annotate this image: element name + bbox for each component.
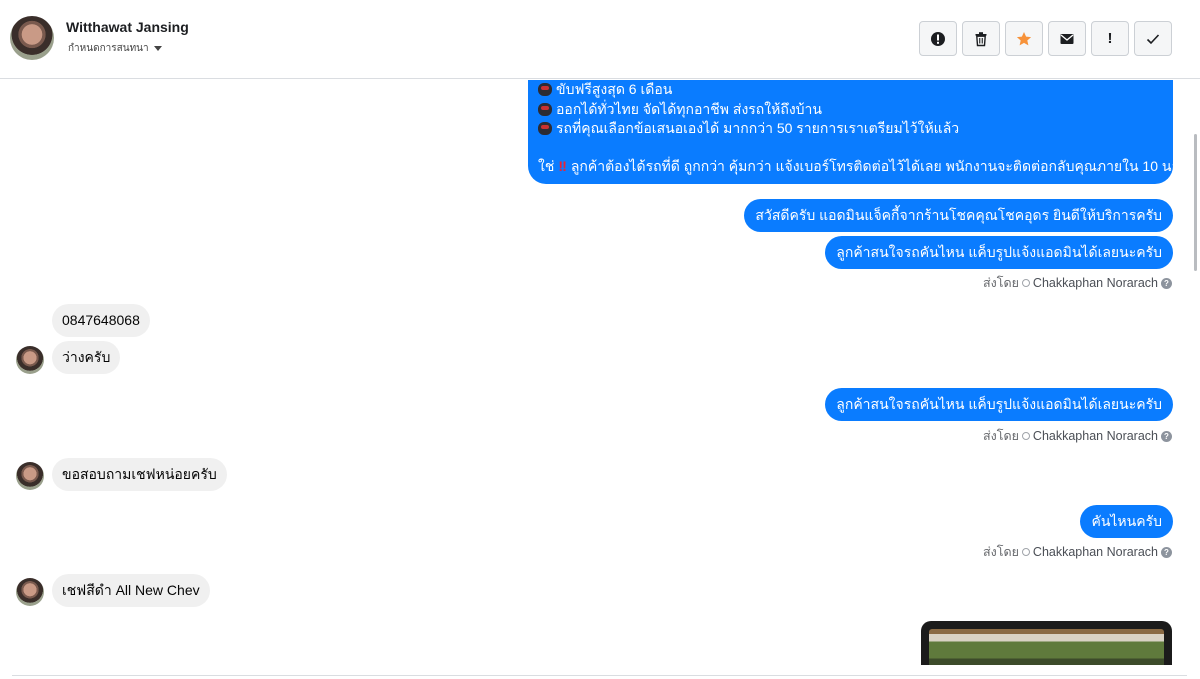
trash-icon	[975, 31, 987, 46]
verified-icon	[1021, 279, 1030, 287]
alert-icon	[931, 31, 945, 46]
outgoing-message[interactable]: สวัสดีครับ แอดมินแจ็คกี้จากร้านโชคคุณโชค…	[744, 199, 1173, 232]
sent-by-info: ส่งโดย Chakkaphan Norarach ?	[983, 273, 1172, 293]
action-toolbar: !	[919, 21, 1172, 56]
avatar[interactable]	[16, 462, 44, 490]
mark-spam-button[interactable]	[919, 21, 957, 56]
mail-icon	[1060, 33, 1074, 44]
double-exclamation-icon: ‼	[558, 157, 567, 174]
conversation-header: Witthawat Jansing กำหนดการสนทนา !	[0, 0, 1200, 79]
avatar[interactable]	[16, 346, 44, 374]
promo-line-text: รถที่คุณเลือกข้อเสนอเองได้ มากกว่า 50 รา…	[556, 120, 960, 136]
agent-name[interactable]: Chakkaphan Norarach	[1033, 276, 1158, 290]
outgoing-message[interactable]: ลูกค้าสนใจรถคันไหน แค็บรูปแจ้งแอดมินได้เ…	[825, 388, 1173, 421]
promo-line: รถที่คุณเลือกข้อเสนอเองได้ มากกว่า 50 รา…	[538, 119, 1163, 139]
mark-done-button[interactable]	[1134, 21, 1172, 56]
star-button[interactable]	[1005, 21, 1043, 56]
avatar[interactable]	[16, 578, 44, 606]
scrollbar[interactable]	[1194, 134, 1197, 271]
help-icon[interactable]: ?	[1161, 430, 1172, 442]
agent-name[interactable]: Chakkaphan Norarach	[1033, 429, 1158, 443]
check-icon	[1146, 33, 1160, 44]
sent-by-label: ส่งโดย	[983, 545, 1019, 559]
help-icon[interactable]: ?	[1161, 546, 1172, 558]
contact-name[interactable]: Witthawat Jansing	[66, 19, 189, 35]
promo-line-text: ขับฟรีสูงสุด 6 เดือน	[556, 81, 673, 97]
conversation-status-label: กำหนดการสนทนา	[68, 43, 149, 54]
outgoing-message-promo[interactable]: ขับฟรีสูงสุด 6 เดือน ออกได้ทั่วไทย จัดได…	[528, 80, 1189, 184]
outgoing-message[interactable]: คันไหนครับ	[1080, 505, 1173, 538]
incoming-message[interactable]: ขอสอบถามเชฟหน่อยครับ	[52, 458, 227, 491]
sent-by-info: ส่งโดย Chakkaphan Norarach ?	[983, 542, 1172, 562]
follow-up-button[interactable]: !	[1091, 21, 1129, 56]
incoming-message[interactable]: ว่างครับ	[52, 341, 121, 374]
agent-name[interactable]: Chakkaphan Norarach	[1033, 545, 1158, 559]
conversation-status-dropdown[interactable]: กำหนดการสนทนา	[68, 41, 162, 56]
promo-line-text: ออกได้ทั่วไทย จัดได้ทุกอาชีพ ส่งรถให้ถึง…	[556, 100, 822, 117]
promo-cta-prefix: ใช่	[538, 157, 555, 174]
car-icon	[538, 122, 552, 136]
car-photo	[929, 629, 1164, 665]
outgoing-image-message[interactable]	[921, 621, 1172, 665]
incoming-message[interactable]: 0847648068	[52, 304, 150, 337]
car-icon	[538, 102, 552, 116]
sent-by-info: ส่งโดย Chakkaphan Norarach ?	[983, 426, 1172, 446]
promo-cta: ใช่ ‼ ลูกค้าต้องได้รถที่ดี ถูกกว่า คุ้มก…	[538, 157, 1189, 177]
verified-icon	[1021, 548, 1030, 556]
star-icon	[1016, 31, 1032, 45]
outgoing-message[interactable]: ลูกค้าสนใจรถคันไหน แค็บรูปแจ้งแอดมินได้เ…	[825, 236, 1173, 269]
promo-line: ขับฟรีสูงสุด 6 เดือน	[538, 80, 1163, 100]
promo-line: ออกได้ทั่วไทย จัดได้ทุกอาชีพ ส่งรถให้ถึง…	[538, 100, 1163, 120]
mark-unread-button[interactable]	[1048, 21, 1086, 56]
message-thread[interactable]: ขับฟรีสูงสุด 6 เดือน ออกได้ทั่วไทย จัดได…	[0, 80, 1200, 665]
promo-cta-text: ลูกค้าต้องได้รถที่ดี ถูกกว่า คุ้มกว่า แจ…	[570, 157, 1189, 174]
composer-divider	[12, 675, 1187, 676]
sent-by-label: ส่งโดย	[983, 276, 1019, 290]
verified-icon	[1021, 432, 1030, 440]
caret-down-icon	[153, 46, 162, 51]
delete-button[interactable]	[962, 21, 1000, 56]
car-icon	[538, 83, 552, 97]
sent-by-label: ส่งโดย	[983, 429, 1019, 443]
incoming-message[interactable]: เชฟสีดำ All New Chev	[52, 574, 210, 607]
avatar[interactable]	[10, 16, 54, 60]
exclamation-icon: !	[1107, 30, 1113, 47]
help-icon[interactable]: ?	[1161, 277, 1172, 289]
